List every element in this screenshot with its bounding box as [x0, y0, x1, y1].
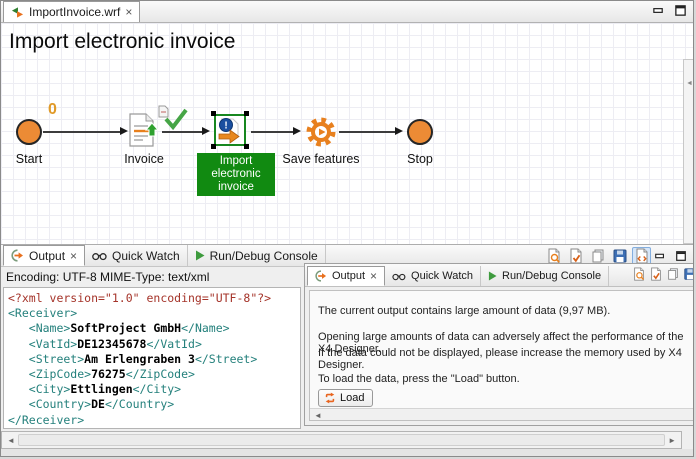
palette-collapse-strip[interactable]: ◄	[683, 59, 694, 244]
load-button[interactable]: Load	[318, 389, 373, 407]
save-features-node[interactable]	[304, 115, 338, 149]
load-refresh-icon	[324, 392, 336, 404]
editor-window-controls	[652, 4, 687, 17]
selection-handle[interactable]	[244, 111, 249, 116]
run-console-icon	[488, 271, 497, 281]
stop-node-label: Stop	[375, 152, 465, 166]
popup-tab-run-debug-label: Run/Debug Console	[502, 270, 601, 282]
xml-line: <City>Ettlingen</City>	[8, 382, 300, 397]
edge-start-invoice	[43, 131, 123, 133]
selection-handle[interactable]	[211, 111, 216, 116]
import-node-icon: !	[214, 114, 246, 146]
popup-tab-output[interactable]: Output ×	[307, 266, 385, 286]
popup-tab-quick-watch[interactable]: Quick Watch	[385, 266, 481, 286]
quick-watch-icon	[92, 251, 107, 261]
scroll-left-icon[interactable]: ◄	[314, 411, 322, 420]
minimize-icon[interactable]	[652, 4, 665, 17]
close-icon[interactable]: ×	[70, 251, 77, 261]
import-node-selected[interactable]: !	[211, 111, 249, 149]
scroll-right-icon[interactable]: ►	[668, 436, 676, 445]
popup-message-size: The current output contains large amount…	[318, 305, 610, 317]
output-popup: Output × Quick Watch Run/Debug Console	[304, 263, 694, 426]
popup-tabbar: Output × Quick Watch Run/Debug Console	[305, 264, 694, 287]
selection-handle[interactable]	[244, 144, 249, 149]
minimize-icon[interactable]	[654, 250, 666, 262]
doc-search-icon[interactable]	[632, 267, 646, 281]
collapse-left-icon: ◄	[686, 80, 693, 87]
maximize-icon[interactable]	[675, 250, 687, 262]
edge-count-label: 0	[48, 101, 57, 119]
output-tab-icon	[11, 249, 24, 262]
tab-quick-watch-label: Quick Watch	[112, 249, 180, 263]
xml-code[interactable]: <?xml version="1.0" encoding="UTF-8"?><R…	[3, 287, 301, 429]
output-tab-icon	[315, 270, 327, 282]
arrowhead-icon	[120, 127, 128, 135]
save-icon[interactable]	[683, 267, 694, 281]
arrowhead-icon	[395, 127, 403, 135]
save-icon	[612, 248, 628, 264]
stop-node[interactable]	[407, 119, 433, 145]
save-features-node-label: Save features	[276, 152, 366, 166]
arrowhead-icon	[293, 127, 301, 135]
copy-icon[interactable]	[666, 267, 680, 281]
svg-text:!: !	[224, 121, 227, 132]
selection-handle[interactable]	[211, 144, 216, 149]
popup-horizontal-scrollbar[interactable]: ◄	[310, 408, 694, 420]
editor-tab-label: ImportInvoice.wrf	[29, 5, 120, 19]
popup-message-memory: If the data could not be displayed, plea…	[318, 347, 694, 371]
xml-line: <Country>DE</Country>	[8, 397, 300, 412]
popup-toolbar	[632, 267, 694, 281]
panel-window-controls	[654, 250, 687, 262]
xml-line: <Name>SoftProject GmbH</Name>	[8, 321, 300, 336]
edge-import-save	[251, 131, 296, 133]
doc-code-icon	[634, 248, 650, 264]
check-icon	[163, 107, 189, 131]
editor-tabbar: ImportInvoice.wrf ×	[1, 1, 693, 23]
invoice-node-label: Invoice	[99, 152, 189, 166]
bottom-strip	[1, 449, 693, 457]
edge-save-stop	[339, 131, 398, 133]
popup-message-load-hint: To load the data, press the "Load" butto…	[318, 373, 520, 385]
xml-line: <VatId>DE12345678</VatId>	[8, 337, 300, 352]
main-horizontal-scrollbar[interactable]: ◄ ►	[1, 431, 682, 449]
xml-line: <?xml version="1.0" encoding="UTF-8"?>	[8, 291, 300, 306]
copy-icon	[590, 248, 606, 264]
workflow-file-icon	[11, 6, 24, 19]
load-button-label: Load	[340, 392, 364, 404]
arrowhead-icon	[202, 127, 210, 135]
popup-tab-output-label: Output	[332, 270, 365, 282]
x4-designer-window: ImportInvoice.wrf × Import electronic in…	[0, 0, 694, 457]
invoice-node[interactable]	[128, 113, 158, 147]
page-title: Import electronic invoice	[9, 30, 235, 54]
run-console-icon	[195, 250, 205, 261]
xml-line: <ZipCode>76275</ZipCode>	[8, 367, 300, 382]
scrollbar-thumb[interactable]	[18, 434, 665, 446]
close-icon[interactable]: ×	[125, 7, 132, 17]
edge-invoice-import	[162, 131, 205, 133]
quick-watch-icon	[392, 272, 406, 281]
doc-search-icon	[546, 248, 562, 264]
import-node-label: Import electronic invoice	[197, 153, 275, 196]
tab-importinvoice-wrf[interactable]: ImportInvoice.wrf ×	[3, 1, 140, 22]
xml-line: </Receiver>	[8, 413, 300, 428]
tab-output-label: Output	[29, 249, 65, 263]
workflow-canvas[interactable]: Import electronic invoice 0 Start	[1, 23, 693, 244]
tab-quick-watch[interactable]: Quick Watch	[85, 245, 188, 266]
maximize-icon[interactable]	[674, 4, 687, 17]
tab-output[interactable]: Output ×	[3, 245, 85, 266]
popup-message-area: The current output contains large amount…	[309, 290, 694, 421]
popup-tab-run-debug[interactable]: Run/Debug Console	[481, 266, 609, 286]
popup-tab-quick-watch-label: Quick Watch	[411, 270, 473, 282]
encoding-info: Encoding: UTF-8 MIME-Type: text/xml	[6, 270, 209, 284]
tab-run-debug-label: Run/Debug Console	[210, 249, 318, 263]
doc-check-icon[interactable]	[649, 267, 663, 281]
close-icon[interactable]: ×	[370, 271, 377, 281]
start-node[interactable]	[16, 119, 42, 145]
scroll-left-icon[interactable]: ◄	[7, 436, 15, 445]
xml-line: <Receiver>	[8, 306, 300, 321]
doc-check-icon	[568, 248, 584, 264]
start-node-label: Start	[0, 152, 74, 166]
xml-line: <Street>Am Erlengraben 3</Street>	[8, 352, 300, 367]
